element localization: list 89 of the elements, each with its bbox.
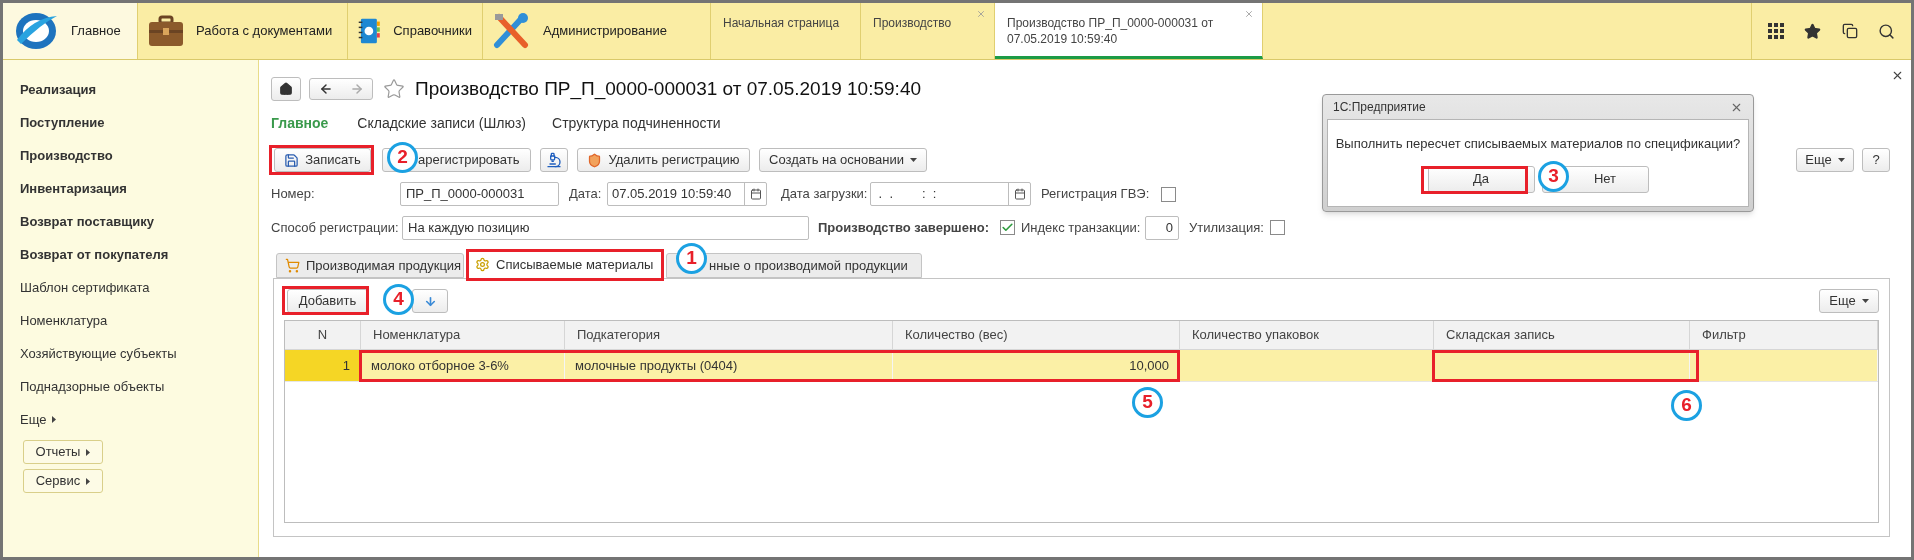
checkbox[interactable]	[1270, 220, 1285, 235]
field-label: Дата загрузки:	[781, 185, 869, 204]
tab[interactable]: Производимая продукция	[276, 253, 464, 278]
column-header[interactable]: Подкатегория	[565, 321, 893, 349]
cart-icon	[285, 258, 300, 273]
more-button[interactable]: Еще	[1819, 289, 1879, 313]
column-header[interactable]: Фильтр	[1690, 321, 1878, 349]
number-field[interactable]: 0	[1145, 215, 1179, 240]
field-label: Номер:	[271, 185, 316, 204]
tab-title: Производство	[873, 15, 952, 31]
field-label: Производство завершено:	[818, 218, 991, 237]
more-link[interactable]: Еще	[20, 403, 241, 436]
callout-number: 4	[383, 284, 414, 315]
home-icon	[279, 82, 293, 96]
shield-icon	[587, 152, 603, 168]
checkbox[interactable]	[1161, 186, 1176, 202]
caret-icon	[1861, 299, 1869, 303]
briefcase-icon	[148, 15, 184, 47]
gear-icon	[475, 257, 490, 272]
tab-title: Начальная страница	[723, 15, 840, 31]
save-button[interactable]: Записать	[274, 148, 371, 172]
caret-icon	[52, 416, 57, 423]
calendar-icon	[749, 188, 762, 200]
column-header[interactable]: Количество упаковок	[1180, 321, 1434, 349]
date-field[interactable]: . . : :	[870, 182, 1031, 206]
delete-registration-button[interactable]: Удалить регистрацию	[577, 148, 750, 172]
caret-icon	[86, 477, 91, 485]
more-button[interactable]: Еще	[1796, 148, 1854, 172]
sidebar-item[interactable]: Шаблон сертификата	[20, 271, 241, 304]
arrow-down-icon	[423, 294, 437, 308]
field-label: Утилизация:	[1189, 218, 1265, 237]
table-cell: 1	[285, 350, 361, 381]
tab-title: Производство ПР_П_0000-000031 от 07.05.2019 10:59:40	[1007, 15, 1215, 47]
text-field[interactable]: ПР_П_0000-000031	[400, 182, 559, 206]
sidebar-item[interactable]: Поступление	[20, 106, 241, 139]
field-label: Способ регистрации:	[271, 218, 400, 237]
sidebar-item[interactable]: Возврат от покупателя	[20, 238, 241, 271]
close-icon[interactable]	[1891, 69, 1904, 82]
table-cell: молоко отборное 3-6%	[361, 350, 565, 381]
home-button[interactable]	[271, 77, 301, 101]
field-label: Индекс транзакции:	[1021, 218, 1142, 237]
date-field[interactable]: 07.05.2019 10:59:40	[607, 182, 767, 206]
text-field[interactable]: На каждую позицию	[402, 215, 809, 240]
form-section-link[interactable]: Структура подчиненности	[552, 112, 721, 134]
sidebar-item[interactable]: Возврат поставщику	[20, 205, 241, 238]
add-button[interactable]: Добавить	[287, 289, 368, 313]
open-tab[interactable]: Производство ПР_П_0000-000031 от 07.05.2019 10:59:40	[995, 3, 1263, 59]
callout-number: 1	[676, 243, 707, 274]
tools-icon	[493, 13, 531, 49]
table-cell: 10,000	[893, 350, 1180, 381]
back-forward-buttons[interactable]	[309, 78, 373, 100]
sidebar-button[interactable]: Сервис	[23, 469, 103, 493]
dialog-message: Выполнить пересчет списываемых материалов по спецификации?	[1335, 135, 1741, 153]
help-button[interactable]: ?	[1862, 148, 1890, 172]
column-header[interactable]: Номенклатура	[361, 321, 565, 349]
save-icon	[284, 152, 300, 168]
form-title: Производство ПР_П_0000-000031 от 07.05.2019 10:59:40	[415, 76, 921, 102]
sidebar-item[interactable]: Хозяйствующие субъекты	[20, 337, 241, 370]
sidebar-item[interactable]: Производство	[20, 139, 241, 172]
callout-number: 5	[1132, 387, 1163, 418]
sidebar-item[interactable]: Номенклатура	[20, 304, 241, 337]
calendar-icon	[1013, 188, 1026, 200]
search-icon[interactable]	[1877, 22, 1895, 40]
sidebar-button[interactable]: Отчеты	[23, 440, 103, 464]
callout-number: 2	[387, 142, 418, 173]
table-cell: молочные продукты (0404)	[565, 350, 893, 381]
move-down-button[interactable]	[412, 289, 448, 313]
field-label: Регистрация ГВЭ:	[1041, 185, 1151, 204]
sidebar-item[interactable]: Поднадзорные объекты	[20, 370, 241, 403]
callout-number: 6	[1671, 390, 1702, 421]
sidebar-item[interactable]: Реализация	[20, 73, 241, 106]
column-header[interactable]: Складская запись	[1434, 321, 1690, 349]
form-section-link[interactable]: Главное	[271, 112, 329, 134]
microscope-icon	[546, 152, 562, 168]
column-header[interactable]: Количество (вес)	[893, 321, 1180, 349]
create-based-on-button[interactable]: Создать на основании	[759, 148, 927, 172]
favorite-icon[interactable]	[383, 78, 405, 100]
section-tab[interactable]: Главное	[3, 3, 138, 59]
checkbox[interactable]	[1000, 220, 1015, 235]
column-header[interactable]: N	[285, 321, 361, 349]
form-section-link[interactable]: Складские записи (Шлюз)	[357, 112, 527, 134]
sidebar-item[interactable]: Инвентаризация	[20, 172, 241, 205]
logo-icon	[13, 10, 59, 52]
caret-icon	[86, 448, 91, 456]
dialog-title: 1С:Предприятие	[1333, 99, 1426, 116]
field-label: Дата:	[569, 185, 603, 204]
favorites-icon[interactable]	[1804, 22, 1822, 40]
microscope-button[interactable]	[540, 148, 568, 172]
apps-grid-icon[interactable]	[1768, 23, 1785, 39]
